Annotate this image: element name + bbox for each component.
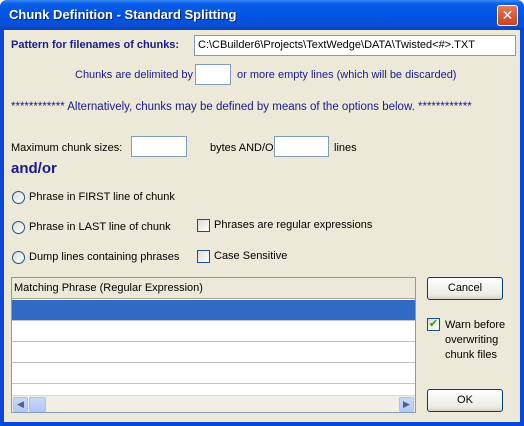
close-icon: ✕ <box>501 7 514 23</box>
andor-heading: and/or <box>11 160 57 177</box>
table-row[interactable] <box>12 321 415 342</box>
warn-label-line: Warn before <box>445 319 506 331</box>
phrase-first-line-label[interactable]: Phrase in FIRST line of chunk <box>29 191 175 203</box>
max-sizes-label: Maximum chunk sizes: <box>11 142 123 154</box>
grid-column-header[interactable]: Matching Phrase (Regular Expression) <box>12 278 415 299</box>
regular-expressions-checkbox[interactable] <box>197 219 210 232</box>
pattern-input[interactable]: C:\CBuilder6\Projects\TextWedge\DATA\Twi… <box>194 35 516 56</box>
table-row[interactable] <box>12 342 415 363</box>
max-lines-input[interactable] <box>274 136 329 157</box>
warn-label-line: overwriting <box>445 334 499 346</box>
case-sensitive-checkbox[interactable] <box>197 250 210 263</box>
warn-overwrite-label[interactable]: Warn before overwriting chunk files <box>445 318 505 363</box>
delimiter-prefix-label: Chunks are delimited by <box>75 69 194 81</box>
bytes-andor-label: bytes AND/OR <box>210 142 282 154</box>
table-row[interactable] <box>12 363 415 384</box>
cancel-button[interactable]: Cancel <box>427 277 503 300</box>
delimiter-suffix-label: or more empty lines (which will be disca… <box>237 69 457 81</box>
warn-label-line: chunk files <box>445 349 497 361</box>
chevron-left-icon: ◀ <box>17 399 24 409</box>
empty-lines-input[interactable] <box>195 64 231 85</box>
alternatively-text: ************ Alternatively, chunks may b… <box>11 101 472 113</box>
phrase-first-line-radio[interactable] <box>12 191 25 204</box>
case-sensitive-label[interactable]: Case Sensitive <box>214 250 287 262</box>
phrase-last-line-radio[interactable] <box>12 221 25 234</box>
dialog-window: Chunk Definition - Standard Splitting ✕ … <box>0 0 524 426</box>
dialog-client-area: Pattern for filenames of chunks: C:\CBui… <box>4 30 520 422</box>
scroll-left-button[interactable]: ◀ <box>13 397 28 412</box>
chevron-right-icon: ▶ <box>403 399 410 409</box>
regular-expressions-label[interactable]: Phrases are regular expressions <box>214 219 372 231</box>
pattern-label: Pattern for filenames of chunks: <box>11 39 180 51</box>
ok-button[interactable]: OK <box>427 389 503 412</box>
horizontal-scrollbar[interactable]: ◀ ▶ <box>12 395 415 412</box>
checkmark-icon: ✔ <box>428 318 439 330</box>
scrollbar-thumb[interactable] <box>29 397 46 412</box>
scroll-right-button[interactable]: ▶ <box>399 397 414 412</box>
close-button[interactable]: ✕ <box>497 5 518 26</box>
phrase-last-line-label[interactable]: Phrase in LAST line of chunk <box>29 221 171 233</box>
warn-overwrite-checkbox[interactable]: ✔ <box>427 318 440 331</box>
dump-lines-radio[interactable] <box>12 251 25 264</box>
dump-lines-label[interactable]: Dump lines containing phrases <box>29 251 179 263</box>
window-title: Chunk Definition - Standard Splitting <box>9 7 237 22</box>
matching-phrase-grid[interactable]: Matching Phrase (Regular Expression) ◀ ▶ <box>11 277 416 413</box>
title-bar[interactable]: Chunk Definition - Standard Splitting ✕ <box>0 0 524 30</box>
table-row[interactable] <box>12 300 415 321</box>
lines-label: lines <box>334 142 357 154</box>
max-bytes-input[interactable] <box>131 136 187 157</box>
